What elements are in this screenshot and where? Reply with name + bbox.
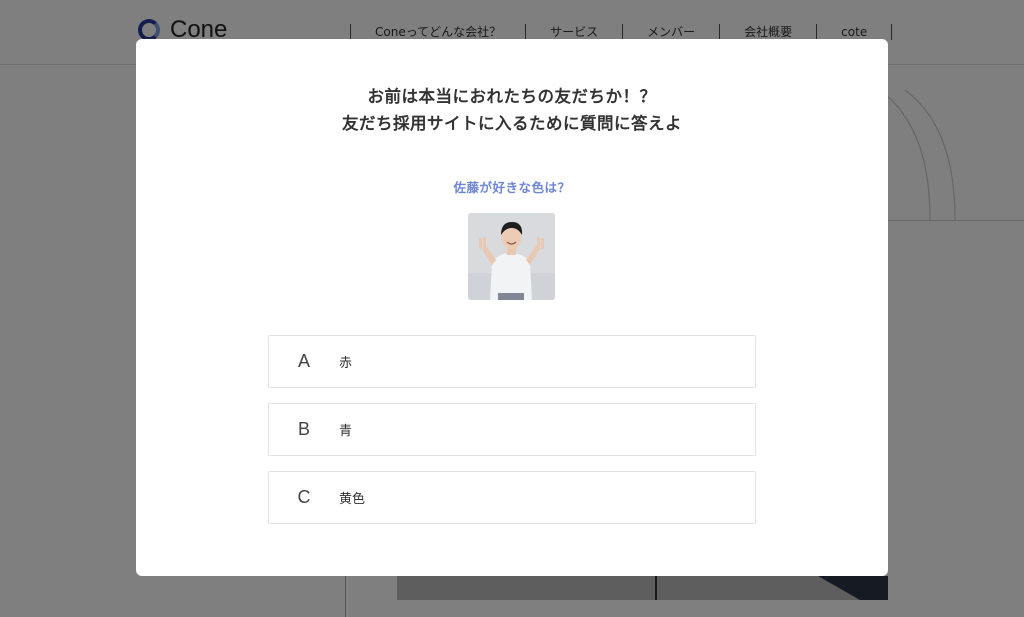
answer-option-b[interactable]: B 青 <box>268 403 756 456</box>
answer-option-a[interactable]: A 赤 <box>268 335 756 388</box>
answer-options: A 赤 B 青 C 黄色 <box>268 335 756 539</box>
option-letter: A <box>297 351 310 371</box>
modal-title-line-2: 友だち採用サイトに入るために質問に答えよ <box>342 114 682 133</box>
option-letter: B <box>297 419 310 439</box>
option-text: 青 <box>339 424 353 439</box>
person-photo-icon <box>468 213 555 300</box>
answer-option-c[interactable]: C 黄色 <box>268 471 756 524</box>
option-text: 赤 <box>339 356 353 371</box>
quiz-question: 佐藤が好きな色は？ <box>453 180 571 195</box>
member-photo <box>468 213 555 300</box>
modal-title: お前は本当におれたちの友だちか！？ 友だち採用サイトに入るために質問に答えよ <box>136 83 888 137</box>
quiz-modal: お前は本当におれたちの友だちか！？ 友だち採用サイトに入るために質問に答えよ 佐… <box>136 39 888 576</box>
modal-title-line-1: お前は本当におれたちの友だちか！？ <box>367 87 657 106</box>
option-text: 黄色 <box>339 492 366 507</box>
option-letter: C <box>297 487 311 507</box>
